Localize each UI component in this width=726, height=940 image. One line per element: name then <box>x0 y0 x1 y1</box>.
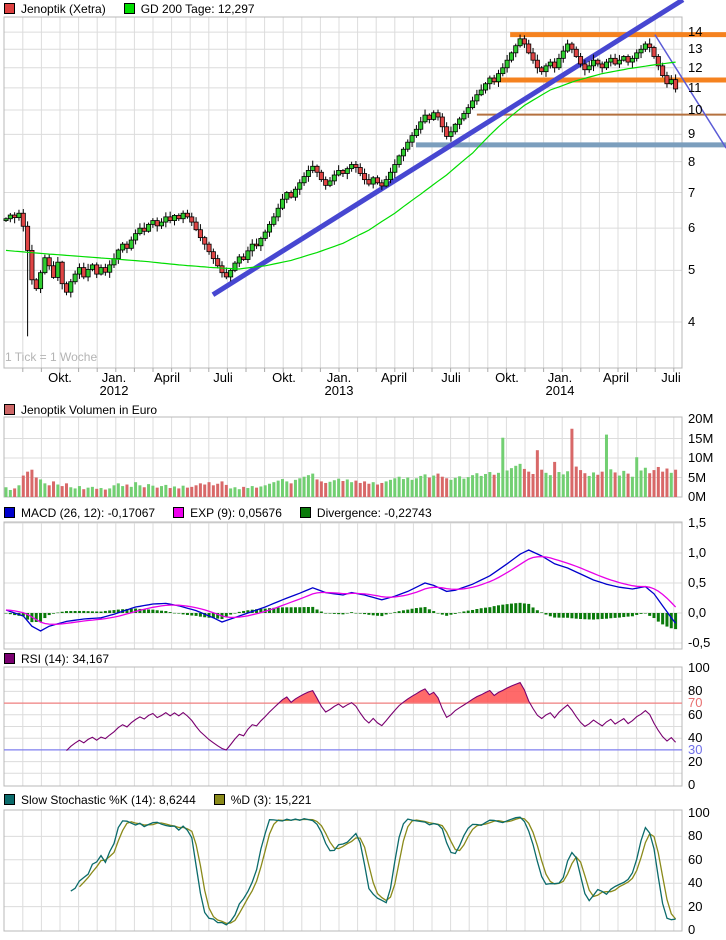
x-axis-month-label: April <box>145 371 189 384</box>
price-y-label: 5 <box>688 263 695 276</box>
price-y-label: 9 <box>688 127 695 140</box>
volume-y-label: 20M <box>688 412 713 425</box>
stoch-y-label: 60 <box>688 853 702 866</box>
macd-y-label: -0,5 <box>688 636 710 649</box>
stoch-y-label: 40 <box>688 876 702 889</box>
tick-note: 1 Tick = 1 Woche <box>5 350 97 364</box>
rsi-y-label: 60 <box>688 708 702 721</box>
price-y-label: 11 <box>688 81 702 94</box>
price-y-label: 6 <box>688 221 695 234</box>
exp-legend-item: EXP (9): 0,05676 <box>173 506 282 520</box>
price-y-label: 4 <box>688 315 695 328</box>
stoch-d-swatch <box>214 794 225 805</box>
macd-chart <box>5 550 678 631</box>
x-axis-month-label: Okt. <box>38 371 82 384</box>
macd-y-label: 1,5 <box>688 516 706 529</box>
price-y-label: 8 <box>688 155 695 168</box>
jenoptik-chart-page: Jenoptik (Xetra) GD 200 Tage: 12,297 1 T… <box>0 0 726 940</box>
rsi-y-label: 100 <box>688 661 710 674</box>
stoch-d-legend-item: %D (3): 15,221 <box>214 793 312 807</box>
stoch-legend: Slow Stochastic %K (14): 8,6244 %D (3): … <box>4 793 311 806</box>
volume-legend: Jenoptik Volumen in Euro <box>4 403 157 416</box>
divergence-label: Divergence: -0,22743 <box>317 506 432 520</box>
stoch-k-legend-item: Slow Stochastic %K (14): 8,6244 <box>4 793 196 807</box>
x-axis-month-label: Juli <box>649 371 693 384</box>
volume-swatch <box>4 404 15 415</box>
volume-y-label: 15M <box>688 432 713 445</box>
price-legend: Jenoptik (Xetra) GD 200 Tage: 12,297 <box>4 2 255 15</box>
macd-y-label: 0,5 <box>688 576 706 589</box>
x-axis-month-label: Juli <box>429 371 473 384</box>
x-axis-year-label: 2013 <box>317 384 361 397</box>
stoch-y-label: 100 <box>688 806 710 819</box>
exp-swatch <box>173 507 184 518</box>
stoch-chart <box>71 817 676 925</box>
price-y-label: 7 <box>688 186 695 199</box>
volume-label: Jenoptik Volumen in Euro <box>21 403 157 417</box>
volume-legend-item: Jenoptik Volumen in Euro <box>4 403 157 417</box>
stoch-y-label: 0 <box>688 923 695 936</box>
rsi-swatch <box>4 653 15 664</box>
price-y-label: 14 <box>688 25 702 38</box>
x-axis-month-label: April <box>594 371 638 384</box>
stoch-d-label: %D (3): 15,221 <box>231 793 312 807</box>
exp-label: EXP (9): 0,05676 <box>190 506 282 520</box>
price-y-label: 13 <box>688 42 702 55</box>
ma200-line <box>6 62 676 269</box>
macd-swatch <box>4 507 15 518</box>
macd-y-label: 1,0 <box>688 546 706 559</box>
x-axis-year-label: 2012 <box>92 384 136 397</box>
ma200-legend-item: GD 200 Tage: 12,297 <box>124 2 255 16</box>
divergence-legend-item: Divergence: -0,22743 <box>300 506 432 520</box>
rsi-legend-item: RSI (14): 34,167 <box>4 652 109 666</box>
macd-y-label: 0,0 <box>688 606 706 619</box>
price-series-label: Jenoptik (Xetra) <box>21 2 106 16</box>
volume-y-label: 10M <box>688 451 713 464</box>
macd-legend: MACD (26, 12): -0,17067 EXP (9): 0,05676… <box>4 506 432 519</box>
volume-y-label: 0M <box>688 490 706 503</box>
x-axis-month-label: Okt. <box>262 371 306 384</box>
divergence-swatch <box>300 507 311 518</box>
stoch-k-label: Slow Stochastic %K (14): 8,6244 <box>21 793 196 807</box>
x-axis-year-label: 2014 <box>538 384 582 397</box>
price-y-label: 12 <box>688 61 702 74</box>
rsi-y-label: 0 <box>688 778 695 791</box>
rsi-label: RSI (14): 34,167 <box>21 652 109 666</box>
price-legend-item: Jenoptik (Xetra) <box>4 2 106 16</box>
x-axis-month-label: April <box>372 371 416 384</box>
rsi-legend: RSI (14): 34,167 <box>4 652 109 665</box>
volume-y-label: 5M <box>688 471 706 484</box>
stoch-y-label: 80 <box>688 829 702 842</box>
stoch-k-swatch <box>4 794 15 805</box>
macd-legend-item: MACD (26, 12): -0,17067 <box>4 506 155 520</box>
macd-label: MACD (26, 12): -0,17067 <box>21 506 155 520</box>
ma200-label: GD 200 Tage: 12,297 <box>141 2 255 16</box>
x-axis-month-label: Juli <box>201 371 245 384</box>
ma200-swatch <box>124 3 135 14</box>
rsi-y-label: 20 <box>688 755 702 768</box>
price-y-label: 10 <box>688 103 702 116</box>
price-series-swatch <box>4 3 15 14</box>
stoch-y-label: 20 <box>688 900 702 913</box>
x-axis-month-label: Okt. <box>485 371 529 384</box>
